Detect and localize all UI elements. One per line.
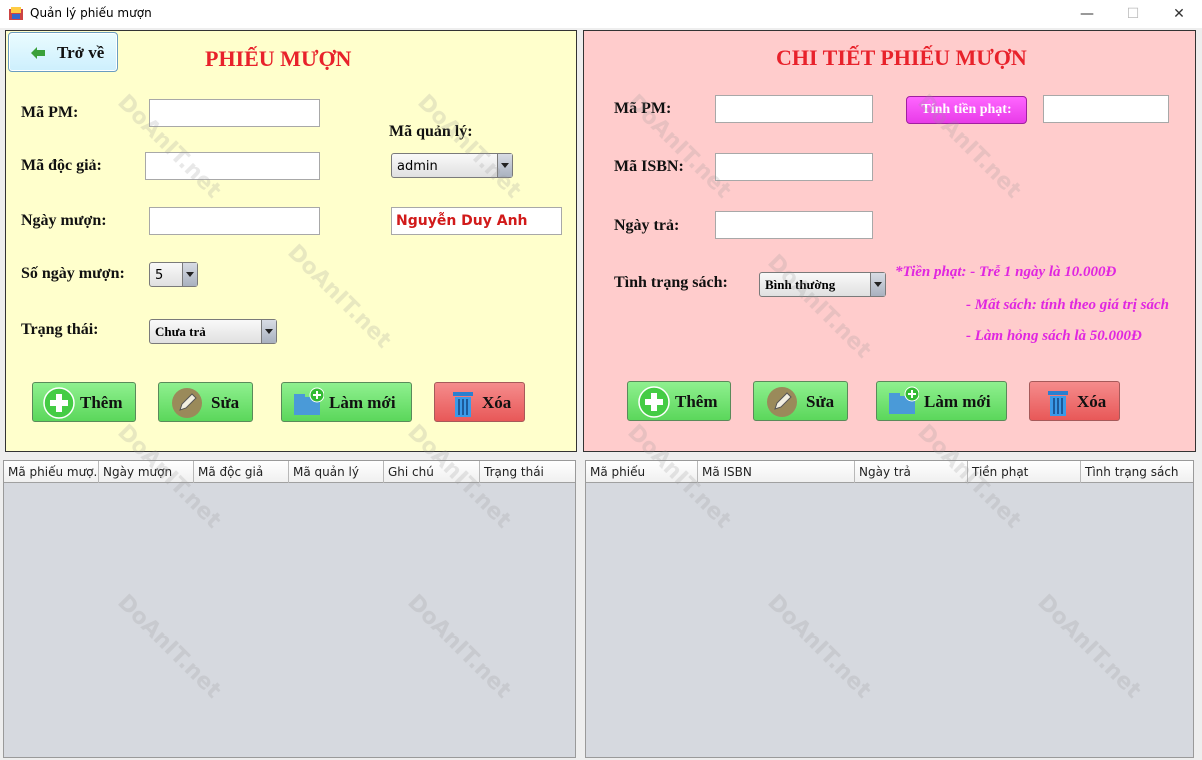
back-button-label: Trở về [57,43,105,62]
refresh-detail-button[interactable]: Làm mới [876,381,1007,421]
delete-loan-button[interactable]: Xóa [434,382,525,422]
chevron-down-icon [870,273,885,296]
column-header[interactable]: Ghi chú [384,461,480,483]
add-loan-label: Thêm [80,393,123,412]
column-header[interactable]: Mã ISBN [698,461,855,483]
title-bar: Quản lý phiếu mượn — ☐ ✕ [0,0,1202,28]
back-arrow-icon [31,47,45,59]
so-ngay-muon-value: 5 [155,268,164,283]
loan-detail-title: CHI TIẾT PHIẾU MƯỢN [776,45,1027,70]
chevron-down-icon [182,263,197,286]
column-header[interactable]: Mã quản lý [289,461,384,483]
calc-fine-button[interactable]: Tính tiền phạt: [906,96,1027,124]
ma-quan-ly-select[interactable]: admin [391,153,513,178]
ma-quan-ly-value: admin [397,159,438,174]
chevron-down-icon [261,320,276,343]
tinh-trang-sach-value: Bình thường [765,277,836,292]
loan-detail-table[interactable]: Mã phiếu Mã ISBN Ngày trả Tiền phạt Tình… [585,460,1194,758]
pencil-icon [172,388,202,418]
loan-detail-table-header: Mã phiếu Mã ISBN Ngày trả Tiền phạt Tình… [586,461,1193,483]
plus-icon [638,386,670,418]
delete-loan-label: Xóa [482,393,512,412]
fine-note-line-3: - Làm hỏng sách là 50.000Đ [966,328,1142,344]
column-header[interactable]: Mã độc giả [194,461,289,483]
minimize-button[interactable]: — [1064,0,1110,28]
tinh-trang-sach-label: Tình trạng sách: [614,274,728,291]
edit-loan-button[interactable]: Sửa [158,382,253,422]
edit-detail-label: Sửa [806,392,835,411]
add-detail-label: Thêm [675,392,718,411]
ma-pm-label: Mã PM: [21,104,79,121]
column-header[interactable]: Trạng thái [480,461,575,483]
ma-isbn-label: Mã ISBN: [614,158,684,175]
ngay-tra-input[interactable] [715,211,873,239]
column-header[interactable]: Mã phiếu [586,461,698,483]
new-folder-icon [294,387,324,415]
delete-detail-button[interactable]: Xóa [1029,381,1120,421]
ngay-muon-input[interactable] [149,207,320,235]
maximize-button[interactable]: ☐ [1110,0,1156,28]
ma-doc-gia-label: Mã độc giả: [21,157,102,174]
refresh-loan-label: Làm mới [329,393,396,412]
ten-quan-ly-field: Nguyễn Duy Anh [391,207,562,235]
loan-table[interactable]: Mã phiếu mượ... Ngày mượn Mã độc giả Mã … [3,460,576,758]
edit-detail-button[interactable]: Sửa [753,381,848,421]
pencil-icon [767,387,797,417]
edit-loan-label: Sửa [211,393,240,412]
ngay-tra-label: Ngày trả: [614,217,680,234]
trang-thai-value: Chưa trả [155,324,206,339]
fine-amount-input[interactable] [1043,95,1169,123]
detail-ma-pm-label: Mã PM: [614,100,672,117]
ma-pm-input[interactable] [149,99,320,127]
trash-icon [453,392,473,417]
column-header[interactable]: Tình trạng sách [1081,461,1193,483]
fine-note-line-1: *Tiền phạt: - Trễ 1 ngày là 10.000Đ [895,264,1117,280]
close-button[interactable]: ✕ [1156,0,1202,28]
loan-table-header: Mã phiếu mượ... Ngày mượn Mã độc giả Mã … [4,461,575,483]
ma-isbn-input[interactable] [715,153,873,181]
detail-ma-pm-input[interactable] [715,95,873,123]
loan-form-title: PHIẾU MƯỢN [205,46,352,71]
plus-icon [43,387,75,419]
ma-doc-gia-input[interactable] [145,152,320,180]
so-ngay-muon-select[interactable]: 5 [149,262,198,287]
column-header[interactable]: Ngày mượn [99,461,194,483]
trang-thai-label: Trạng thái: [21,321,99,338]
fine-note-line-2: - Mất sách: tính theo giá trị sách [966,297,1169,313]
ngay-muon-label: Ngày mượn: [21,212,107,229]
refresh-detail-label: Làm mới [924,392,991,411]
ma-quan-ly-label: Mã quản lý: [389,123,473,140]
so-ngay-muon-label: Số ngày mượn: [21,265,125,282]
app-window: Quản lý phiếu mượn — ☐ ✕ Trở về PHIẾU MƯ… [0,0,1202,760]
column-header[interactable]: Ngày trả [855,461,968,483]
tinh-trang-sach-select[interactable]: Bình thường [759,272,886,297]
trang-thai-select[interactable]: Chưa trả [149,319,277,344]
chevron-down-icon [497,154,512,177]
back-button[interactable]: Trở về [8,32,118,72]
add-detail-button[interactable]: Thêm [627,381,731,421]
refresh-loan-button[interactable]: Làm mới [281,382,412,422]
column-header[interactable]: Tiền phạt [968,461,1081,483]
trash-icon [1048,391,1068,416]
add-loan-button[interactable]: Thêm [32,382,136,422]
app-icon [9,7,23,20]
new-folder-icon [889,386,919,414]
window-title: Quản lý phiếu mượn [30,6,152,20]
delete-detail-label: Xóa [1077,392,1107,411]
column-header[interactable]: Mã phiếu mượ... [4,461,99,483]
